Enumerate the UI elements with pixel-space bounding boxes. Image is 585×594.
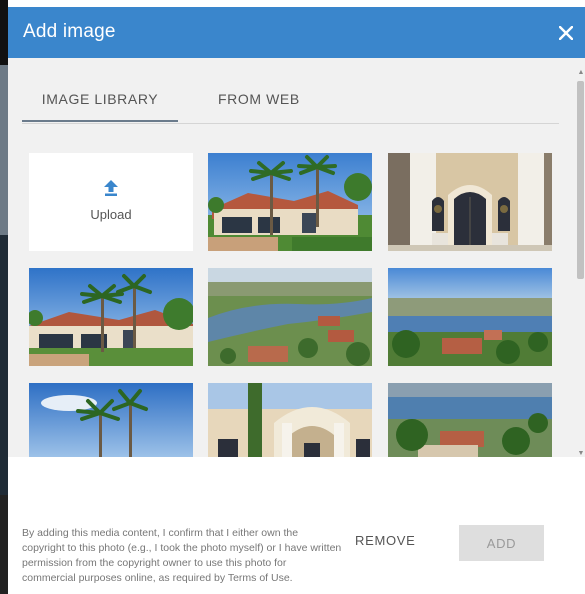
photo-palms-sky bbox=[29, 383, 193, 457]
library-image-house-palms-2[interactable] bbox=[29, 268, 193, 366]
upload-arrow-icon bbox=[104, 180, 118, 196]
scroll-up-arrow-icon[interactable]: ▲ bbox=[577, 69, 585, 76]
scroll-down-arrow-icon[interactable]: ▼ bbox=[577, 450, 585, 457]
photo-aerial-lake bbox=[208, 268, 372, 366]
library-image-front-entrance[interactable] bbox=[388, 153, 552, 251]
image-library-grid: Upload bbox=[29, 153, 554, 457]
tab-bar: IMAGE LIBRARY FROM WEB bbox=[22, 87, 559, 124]
photo-aerial-lake-palms bbox=[388, 383, 552, 457]
dialog-header: Add image bbox=[8, 7, 585, 58]
photo-front-entrance bbox=[388, 153, 552, 251]
library-image-aerial-lake-3[interactable] bbox=[388, 383, 552, 457]
tab-from-web[interactable]: FROM WEB bbox=[218, 87, 300, 121]
scroll-thumb[interactable] bbox=[577, 81, 584, 279]
library-image-aerial-lake-1[interactable] bbox=[208, 268, 372, 366]
library-image-entrance-arch[interactable] bbox=[208, 383, 372, 457]
photo-aerial-community bbox=[388, 268, 552, 366]
copyright-disclaimer: By adding this media content, I confirm … bbox=[22, 527, 342, 584]
tab-image-library[interactable]: IMAGE LIBRARY bbox=[22, 87, 178, 121]
close-icon bbox=[559, 26, 573, 40]
background-page-edge bbox=[0, 0, 8, 594]
add-image-dialog: Add image IMAGE LIBRARY FROM WEB Upload bbox=[8, 7, 585, 594]
photo-house-palms bbox=[208, 153, 372, 251]
add-button[interactable]: ADD bbox=[459, 525, 544, 561]
photo-entrance-arch bbox=[208, 383, 372, 457]
active-tab-indicator bbox=[22, 120, 178, 122]
grid-scrollbar[interactable]: ▲ ▼ bbox=[576, 69, 585, 461]
upload-tile[interactable]: Upload bbox=[29, 153, 193, 251]
close-button[interactable] bbox=[553, 20, 579, 46]
library-image-aerial-lake-2[interactable] bbox=[388, 268, 552, 366]
library-image-palms-sky[interactable] bbox=[29, 383, 193, 457]
photo-house-palms-alt bbox=[29, 268, 193, 366]
dialog-footer: By adding this media content, I confirm … bbox=[8, 457, 585, 594]
remove-button[interactable]: REMOVE bbox=[349, 527, 422, 554]
library-image-house-palms-1[interactable] bbox=[208, 153, 372, 251]
upload-label: Upload bbox=[90, 207, 132, 222]
dialog-title: Add image bbox=[23, 21, 116, 42]
